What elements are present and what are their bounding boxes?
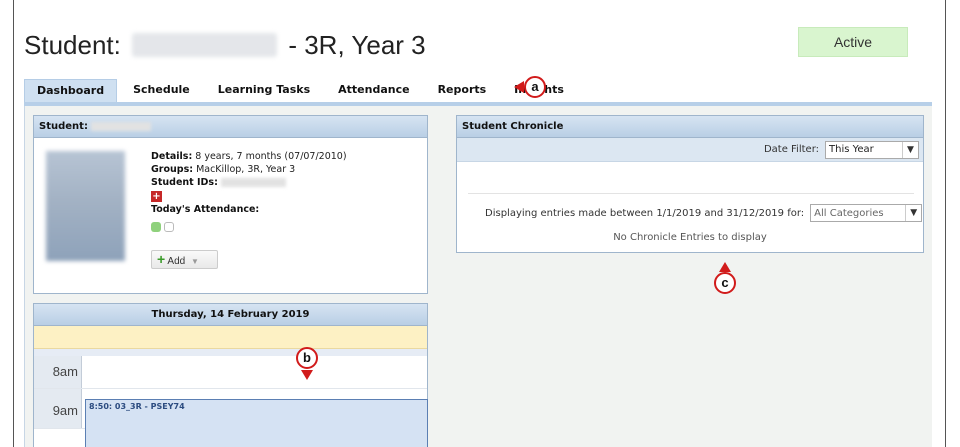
title-prefix: Student: (24, 30, 121, 60)
groups-value: MacKillop, 3R, Year 3 (196, 164, 296, 175)
tab-learning-tasks[interactable]: Learning Tasks (205, 79, 323, 101)
tab-dashboard[interactable]: Dashboard (24, 79, 118, 103)
display-range-row: Displaying entries made between 1/1/2019… (485, 204, 923, 222)
attendance-indicators (151, 222, 347, 232)
callout-c-pointer (719, 262, 731, 272)
hour-label: 9am (34, 389, 82, 428)
calendar-gap (34, 349, 427, 356)
redacted-name (91, 121, 152, 131)
date-filter-bar: Date Filter: This Year ▼ (457, 138, 923, 162)
dropdown-arrow-icon: ▼ (191, 257, 199, 266)
empty-state-text: No Chronicle Entries to display (613, 232, 767, 243)
tab-attendance[interactable]: Attendance (326, 79, 422, 101)
date-filter-label: Date Filter: (763, 144, 819, 155)
chevron-down-icon: ▼ (905, 205, 921, 221)
date-filter-select[interactable]: This Year ▼ (825, 140, 919, 159)
date-filter-value: This Year (829, 144, 874, 155)
display-range-text: Displaying entries made between 1/1/2019… (485, 207, 805, 219)
hour-row: 8am (34, 356, 427, 389)
groups-label: Groups: (151, 164, 194, 175)
medical-alert-icon[interactable]: + (151, 191, 162, 202)
callout-b: b (296, 347, 318, 369)
details-label: Details: (151, 151, 193, 162)
status-badge: Active (798, 27, 908, 57)
chronicle-panel: Student Chronicle Date Filter: This Year… (456, 115, 924, 253)
redacted-ids (220, 178, 286, 187)
dashboard-content: Student: Details: 8 years, 7 months (07/… (24, 106, 932, 447)
all-day-row (34, 326, 427, 349)
page-title: Student: - 3R, Year 3 (24, 30, 426, 61)
details-value: 8 years, 7 months (07/07/2010) (195, 151, 347, 162)
calendar-date-header: Thursday, 14 February 2019 (34, 304, 427, 326)
calendar-panel: Thursday, 14 February 2019 8am 9am 8:50:… (33, 303, 428, 447)
title-suffix: - 3R, Year 3 (288, 30, 426, 60)
category-select[interactable]: All Categories ▼ (810, 204, 923, 222)
divider (468, 193, 914, 194)
callout-a: a (524, 76, 546, 98)
tab-bar: Dashboard Schedule Learning Tasks Attend… (24, 79, 580, 103)
chevron-down-icon: ▼ (902, 141, 918, 158)
attendance-empty-icon (164, 222, 174, 232)
student-panel: Student: Details: 8 years, 7 months (07/… (33, 115, 428, 294)
tab-schedule[interactable]: Schedule (121, 79, 202, 101)
student-info: Details: 8 years, 7 months (07/07/2010) … (151, 150, 347, 232)
calendar-event[interactable]: 8:50: 03_3R - PSEY74 (85, 399, 428, 447)
hour-label: 8am (34, 356, 82, 388)
callout-c: c (714, 272, 736, 294)
attendance-label: Today's Attendance: (151, 204, 260, 215)
chronicle-panel-header: Student Chronicle (457, 116, 923, 138)
student-photo (46, 151, 125, 261)
redacted-student-name (132, 33, 278, 57)
student-panel-title: Student: (39, 121, 88, 132)
attendance-present-icon (151, 222, 161, 232)
add-button[interactable]: + Add ▼ (151, 250, 218, 269)
student-ids-label: Student IDs: (151, 177, 218, 188)
tab-reports[interactable]: Reports (425, 79, 499, 101)
category-value: All Categories (814, 207, 884, 219)
callout-a-pointer (514, 81, 524, 93)
student-panel-header: Student: (34, 116, 427, 138)
plus-icon: + (157, 251, 166, 267)
add-label: Add (167, 256, 186, 267)
callout-b-pointer (301, 370, 313, 380)
